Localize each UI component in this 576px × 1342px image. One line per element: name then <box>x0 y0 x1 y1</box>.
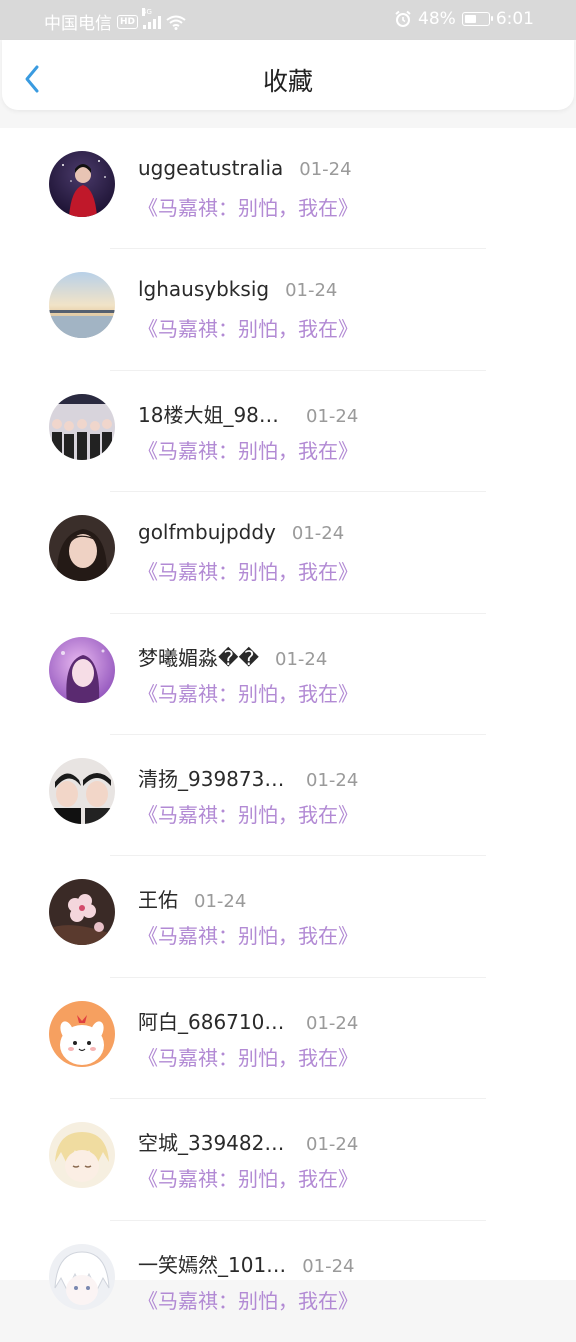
avatar[interactable] <box>49 515 115 582</box>
date-label: 01-24 <box>291 523 345 545</box>
date-label: 01-24 <box>299 159 352 180</box>
hd-badge: HD <box>117 14 139 29</box>
song-title[interactable]: 《马嘉祺：别怕，我在》 <box>138 556 358 585</box>
signal-icon: 4G <box>142 7 162 29</box>
song-title[interactable]: 《马嘉祺：别怕，我在》 <box>138 435 358 464</box>
list-item[interactable]: 王佑 01-24 《马嘉祺：别怕，我在》 <box>0 856 576 978</box>
song-title[interactable]: 《马嘉祺：别怕，我在》 <box>138 920 358 949</box>
username: 梦曦媚淼�� <box>138 645 260 670</box>
avatar[interactable] <box>49 636 115 703</box>
list-item[interactable]: 清扬_9398730… 01-24 《马嘉祺：别怕，我在》 <box>0 735 576 857</box>
username: 18楼大姐_985… <box>138 402 290 427</box>
list-item[interactable]: 18楼大姐_985… 01-24 《马嘉祺：别怕，我在》 <box>0 371 576 493</box>
alarm-icon <box>395 10 411 27</box>
username: lghausybksig <box>138 277 270 302</box>
network-type: 4G <box>142 7 152 16</box>
list-item[interactable]: 空城_3394826… 01-24 《马嘉祺：别怕，我在》 <box>0 1099 576 1221</box>
username: 王佑 <box>138 888 178 913</box>
avatar[interactable] <box>49 1000 115 1067</box>
list-item[interactable]: golfmbujpddy 01-24 《马嘉祺：别怕，我在》 <box>0 492 576 614</box>
list-item[interactable]: 阿白_6867101… 01-24 《马嘉祺：别怕，我在》 <box>0 978 576 1100</box>
date-label: 01-24 <box>194 891 247 913</box>
favorites-list: uggeatustralia 01-24 《马嘉祺：别怕，我在》 lghausy… <box>0 128 576 1313</box>
nav-bar: 收藏 <box>2 40 574 110</box>
song-title[interactable]: 《马嘉祺：别怕，我在》 <box>138 1042 358 1071</box>
song-title[interactable]: 《马嘉祺：别怕，我在》 <box>138 678 358 707</box>
list-item[interactable]: uggeatustralia 01-24 《马嘉祺：别怕，我在》 <box>0 128 576 250</box>
list-item[interactable]: 一笑嫣然_101… 01-24 《马嘉祺：别怕，我在》 <box>0 1221 576 1342</box>
username: golfmbujpddy <box>138 520 276 545</box>
list-item[interactable]: lghausybksig 01-24 《马嘉祺：别怕，我在》 <box>0 249 576 371</box>
avatar[interactable] <box>49 757 115 824</box>
carrier-label: 中国电信 <box>44 14 112 34</box>
date-label: 01-24 <box>285 280 338 302</box>
username: 空城_3394826… <box>138 1131 290 1156</box>
date-label: 01-24 <box>306 1134 359 1156</box>
battery-icon <box>461 12 493 26</box>
date-label: 01-24 <box>302 1255 355 1277</box>
avatar[interactable] <box>49 151 115 217</box>
clock: 6:01 <box>495 9 534 29</box>
song-title[interactable]: 《马嘉祺：别怕，我在》 <box>138 192 358 221</box>
avatar[interactable] <box>49 393 115 460</box>
status-bar: 中国电信 HD 4G 48% 6:01 <box>0 0 576 40</box>
song-title[interactable]: 《马嘉祺：别怕，我在》 <box>138 1163 358 1192</box>
username: 一笑嫣然_101… <box>138 1252 287 1277</box>
avatar[interactable] <box>49 1243 115 1310</box>
date-label: 01-24 <box>275 648 328 670</box>
avatar[interactable] <box>49 879 115 946</box>
date-label: 01-24 <box>306 769 359 791</box>
wifi-icon <box>166 15 186 30</box>
avatar[interactable] <box>49 272 115 339</box>
song-title[interactable]: 《马嘉祺：别怕，我在》 <box>138 1285 358 1314</box>
list-item[interactable]: 梦曦媚淼�� 01-24 《马嘉祺：别怕，我在》 <box>0 614 576 735</box>
date-label: 01-24 <box>306 405 359 427</box>
username: uggeatustralia <box>138 156 284 180</box>
page-title: 收藏 <box>262 67 313 96</box>
battery-percent: 48% <box>418 9 456 29</box>
song-title[interactable]: 《马嘉祺：别怕，我在》 <box>138 799 358 828</box>
username: 清扬_9398730… <box>138 766 290 791</box>
username: 阿白_6867101… <box>138 1009 290 1034</box>
avatar[interactable] <box>49 1122 115 1189</box>
song-title[interactable]: 《马嘉祺：别怕，我在》 <box>138 313 358 342</box>
date-label: 01-24 <box>306 1012 359 1034</box>
